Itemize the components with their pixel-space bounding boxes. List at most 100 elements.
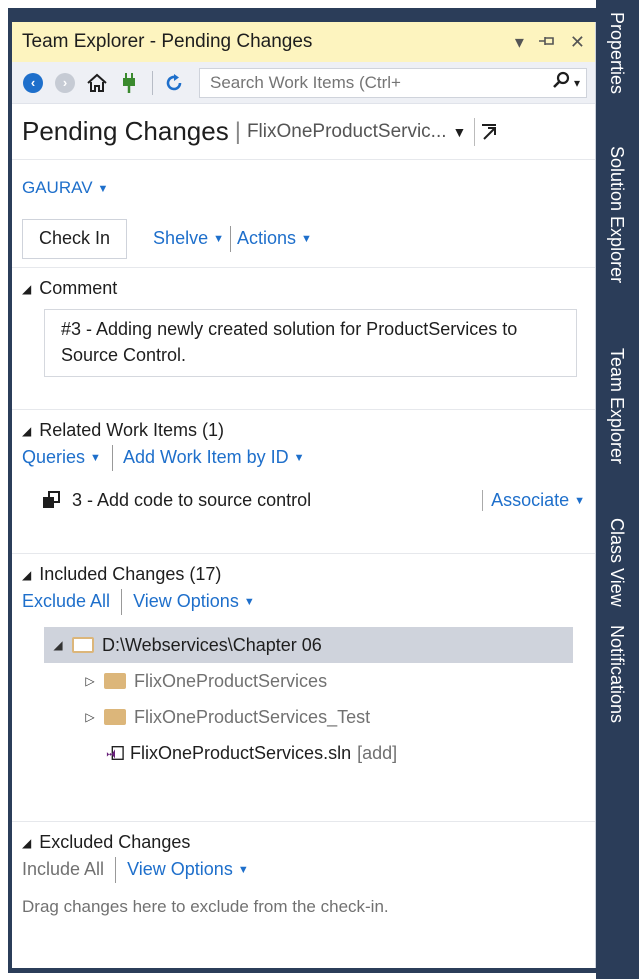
- collapse-triangle-icon: ◢: [22, 835, 32, 850]
- tab-notifications[interactable]: Notifications: [606, 625, 627, 723]
- header-separator: |: [234, 117, 241, 145]
- actions-label: Actions: [236, 228, 297, 248]
- folder-name: FlixOneProductServices_Test: [134, 706, 371, 727]
- open-in-new-icon: [481, 123, 496, 140]
- excluded-links: Include All View Options ▼: [22, 857, 585, 883]
- undock-button[interactable]: [474, 117, 502, 146]
- related-work-items-section: ◢ Related Work Items (1) Queries ▼ Add Wo…: [12, 410, 595, 554]
- back-arrow-icon: ‹: [23, 72, 43, 93]
- related-links: Queries ▼ Add Work Item by ID ▼: [22, 445, 585, 471]
- associate-dropdown[interactable]: Associate ▼: [482, 489, 585, 511]
- collapsed-triangle-icon[interactable]: ▷: [82, 674, 98, 688]
- check-in-button[interactable]: Check In: [22, 218, 128, 259]
- add-work-item-label: Add Work Item by ID: [122, 446, 289, 467]
- user-name: GAURAV: [22, 178, 93, 197]
- user-dropdown[interactable]: GAURAV ▼: [22, 178, 108, 197]
- view-options-dropdown[interactable]: View Options ▼: [133, 591, 255, 611]
- work-item-title[interactable]: 3 - Add code to source control: [72, 490, 482, 511]
- actions-dropdown[interactable]: Actions ▼: [237, 228, 312, 249]
- tree-row-root[interactable]: ◢ D:\Webservices\Chapter 06: [44, 627, 573, 663]
- search-work-items-box[interactable]: ▾: [199, 67, 587, 98]
- comment-textbox[interactable]: #3 - Adding newly created solution for P…: [44, 309, 577, 377]
- folder-icon: [104, 673, 126, 689]
- project-dropdown-icon[interactable]: ▼: [453, 124, 467, 140]
- expanded-triangle-icon[interactable]: ◢: [50, 638, 66, 652]
- view-options-label: View Options: [127, 858, 233, 879]
- tree-row-folder[interactable]: ▷ FlixOneProductServices_Test: [44, 699, 573, 735]
- collapse-triangle-icon: ◢: [22, 281, 32, 296]
- chevron-down-icon: ▼: [574, 494, 585, 507]
- chevron-down-icon: ▼: [293, 452, 305, 464]
- search-input[interactable]: [210, 72, 548, 93]
- tab-solution-explorer[interactable]: Solution Explorer: [606, 146, 627, 283]
- file-status: [add]: [357, 742, 398, 763]
- shelve-dropdown[interactable]: Shelve ▼: [153, 228, 224, 249]
- forward-button[interactable]: ›: [52, 70, 78, 96]
- project-name[interactable]: FlixOneProductServic...: [247, 121, 447, 143]
- collapsed-triangle-icon[interactable]: ▷: [82, 710, 98, 724]
- collapse-triangle-icon: ◢: [22, 567, 32, 582]
- link-separator: [111, 445, 113, 471]
- associate-label: Associate: [491, 489, 570, 510]
- tab-properties[interactable]: Properties: [606, 12, 627, 94]
- folder-name: FlixOneProductServices: [134, 670, 328, 691]
- add-work-item-dropdown[interactable]: Add Work Item by ID ▼: [123, 447, 305, 467]
- chevron-down-icon: ▼: [90, 452, 101, 464]
- home-icon: [87, 73, 107, 92]
- search-dropdown-icon[interactable]: ▾: [574, 76, 580, 90]
- refresh-icon: [166, 73, 182, 90]
- window-frame-bottom: [8, 968, 596, 973]
- included-changes-section: ◢ Included Changes (17) Exclude All View…: [12, 554, 595, 822]
- comment-section: ◢ Comment #3 - Adding newly created solu…: [12, 268, 595, 410]
- connect-button[interactable]: [116, 70, 142, 96]
- included-heading: Included Changes (17): [39, 564, 222, 584]
- user-row: GAURAV ▼: [12, 160, 595, 210]
- exclude-all-link[interactable]: Exclude All: [22, 591, 110, 611]
- link-separator: [115, 857, 117, 883]
- queries-dropdown[interactable]: Queries ▼: [22, 447, 101, 467]
- auto-hide-pin-icon[interactable]: [538, 32, 556, 53]
- plug-icon: [123, 72, 135, 93]
- comment-heading: Comment: [39, 278, 118, 298]
- link-separator: [121, 589, 123, 615]
- included-links: Exclude All View Options ▼: [22, 589, 585, 615]
- excluded-changes-header[interactable]: ◢ Excluded Changes: [22, 832, 585, 853]
- comment-section-header[interactable]: ◢ Comment: [22, 278, 585, 299]
- related-heading: Related Work Items (1): [39, 420, 224, 440]
- excluded-changes-section: ◢ Excluded Changes Include All View Opti…: [12, 822, 595, 929]
- close-icon[interactable]: ✕: [570, 32, 585, 53]
- refresh-button[interactable]: [161, 70, 187, 96]
- solution-file-icon: [106, 746, 124, 760]
- back-button[interactable]: ‹: [20, 70, 46, 96]
- tree-row-file[interactable]: FlixOneProductServices.sln [add]: [44, 735, 573, 771]
- collapse-triangle-icon: ◢: [22, 423, 32, 438]
- home-button[interactable]: [84, 70, 110, 96]
- shelve-label: Shelve: [153, 228, 209, 248]
- include-all-link[interactable]: Include All: [22, 859, 104, 879]
- tab-team-explorer[interactable]: Team Explorer: [606, 348, 627, 464]
- panel-title: Team Explorer - Pending Changes: [22, 31, 313, 52]
- page-header: Pending Changes | FlixOneProductServic..…: [12, 104, 595, 160]
- root-path: D:\Webservices\Chapter 06: [102, 634, 322, 655]
- file-name: FlixOneProductServices.sln: [130, 742, 352, 763]
- tree-row-folder[interactable]: ▷ FlixOneProductServices: [44, 663, 573, 699]
- view-options-dropdown[interactable]: View Options ▼: [127, 859, 249, 879]
- excluded-heading: Excluded Changes: [39, 832, 191, 852]
- tab-class-view[interactable]: Class View: [606, 518, 627, 607]
- queries-label: Queries: [22, 446, 86, 467]
- forward-arrow-icon: ›: [55, 72, 75, 93]
- link-separator: [229, 225, 231, 252]
- view-options-label: View Options: [133, 590, 239, 611]
- chevron-down-icon: ▼: [213, 233, 224, 246]
- panel-titlebar: Team Explorer - Pending Changes ▾ ✕: [12, 22, 595, 62]
- chevron-down-icon: ▼: [301, 233, 312, 246]
- toolbar-separator: [152, 70, 153, 95]
- search-icon[interactable]: [552, 71, 570, 94]
- work-item-row[interactable]: 3 - Add code to source control Associate…: [42, 483, 585, 517]
- folder-icon: [104, 709, 126, 725]
- side-tab-bar: Properties Solution Explorer Team Explor…: [596, 0, 639, 979]
- folder-open-icon: [72, 637, 94, 653]
- window-position-dropdown-icon[interactable]: ▾: [515, 32, 524, 53]
- related-work-items-header[interactable]: ◢ Related Work Items (1): [22, 420, 585, 441]
- included-changes-header[interactable]: ◢ Included Changes (17): [22, 564, 585, 585]
